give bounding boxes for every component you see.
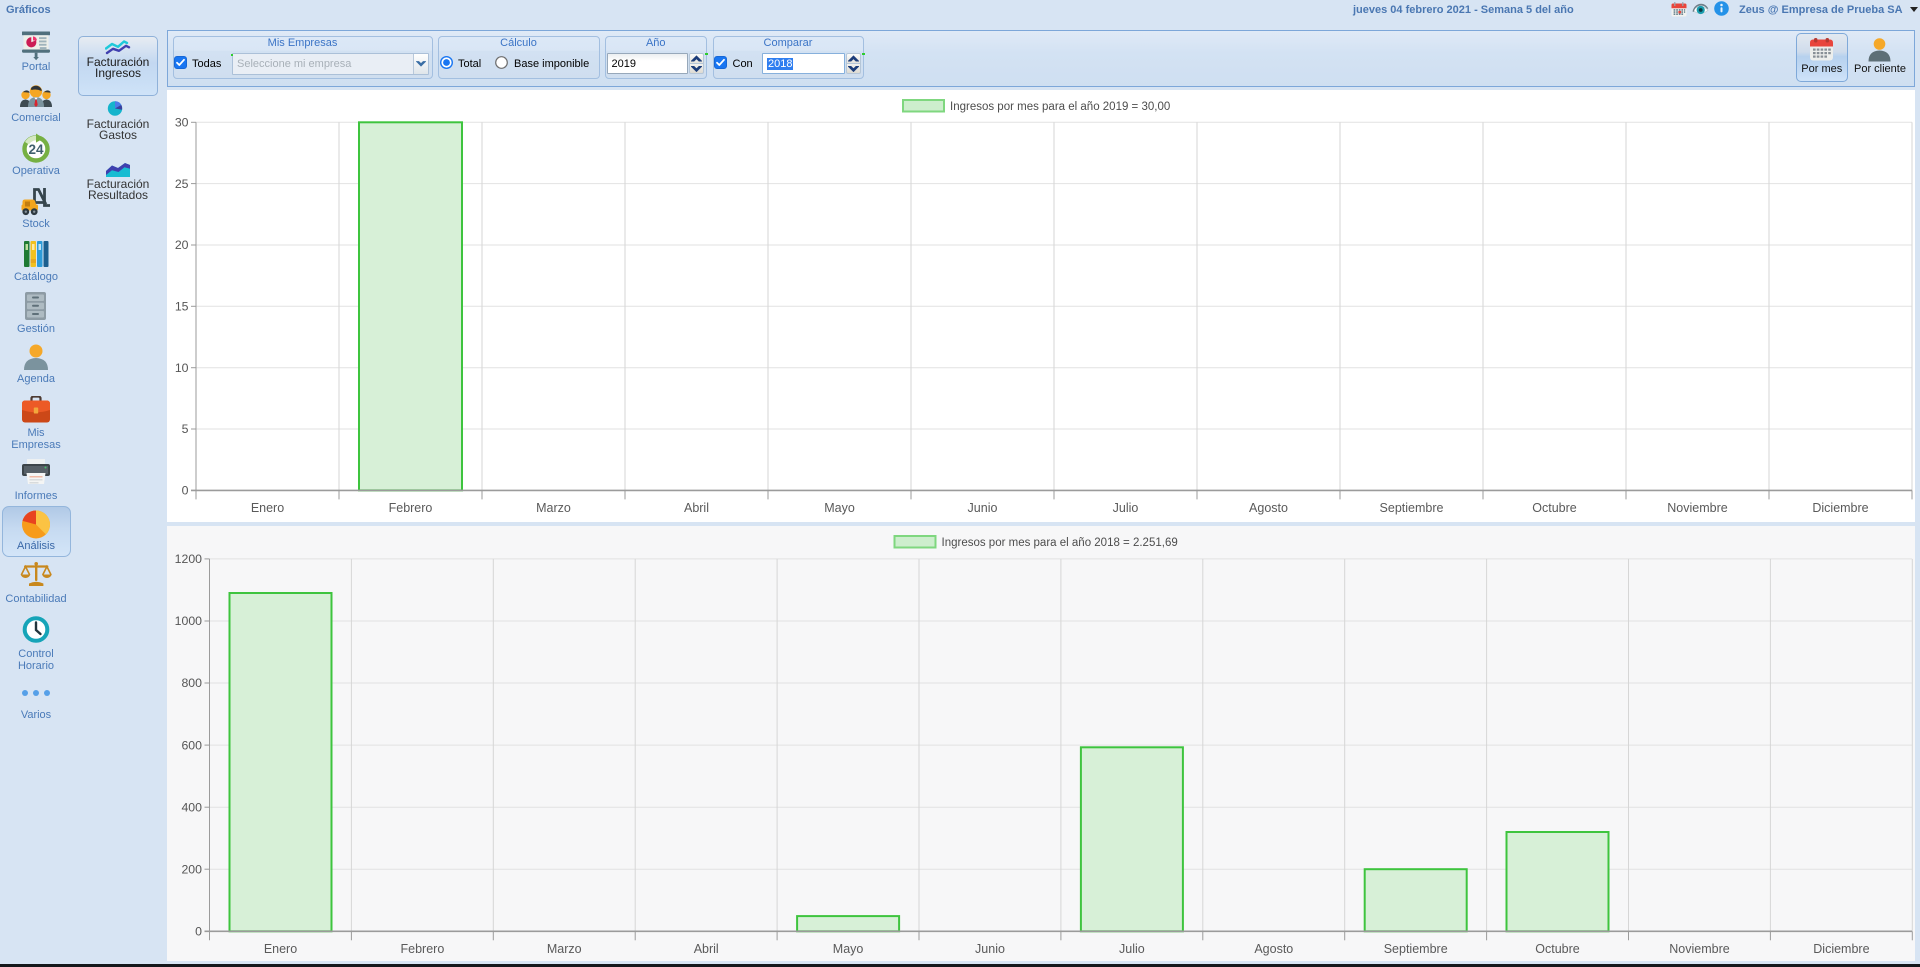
svg-text:Octubre: Octubre [1535, 942, 1580, 956]
svg-text:Noviembre: Noviembre [1669, 942, 1729, 956]
svg-text:Febrero: Febrero [401, 942, 445, 956]
svg-text:Abril: Abril [694, 942, 719, 956]
svg-text:1200: 1200 [175, 552, 203, 566]
svg-text:800: 800 [181, 676, 202, 690]
svg-text:0: 0 [195, 925, 202, 939]
svg-text:Ingresos por mes para el año 2: Ingresos por mes para el año 2018 = 2.25… [942, 537, 1178, 549]
svg-text:Abril: Abril [684, 501, 709, 515]
svg-text:600: 600 [181, 738, 202, 752]
svg-text:Junio: Junio [968, 501, 998, 515]
svg-text:24: 24 [28, 142, 44, 157]
svg-text:20: 20 [175, 238, 189, 252]
svg-text:Septiembre: Septiembre [1380, 501, 1444, 515]
svg-text:Marzo: Marzo [536, 501, 571, 515]
svg-text:Enero: Enero [264, 942, 297, 956]
svg-text:Septiembre: Septiembre [1384, 942, 1448, 956]
svg-text:Octubre: Octubre [1532, 501, 1577, 515]
svg-text:25: 25 [175, 177, 189, 191]
svg-text:Junio: Junio [975, 942, 1005, 956]
svg-text:Ingresos por mes para el año 2: Ingresos por mes para el año 2019 = 30,0… [950, 101, 1170, 113]
svg-text:Enero: Enero [251, 501, 284, 515]
svg-text:Julio: Julio [1113, 501, 1139, 515]
svg-text:Diciembre: Diciembre [1813, 942, 1869, 956]
svg-text:Mayo: Mayo [833, 942, 864, 956]
svg-text:Agosto: Agosto [1254, 942, 1293, 956]
svg-text:1000: 1000 [175, 614, 203, 628]
svg-text:200: 200 [181, 862, 202, 876]
svg-text:Febrero: Febrero [389, 501, 433, 515]
svg-text:0: 0 [182, 484, 189, 498]
svg-text:400: 400 [181, 800, 202, 814]
svg-text:30: 30 [175, 116, 189, 130]
svg-text:Diciembre: Diciembre [1812, 501, 1868, 515]
svg-text:15: 15 [175, 300, 189, 314]
svg-text:Agosto: Agosto [1249, 501, 1288, 515]
svg-text:10: 10 [175, 361, 189, 375]
svg-text:Mayo: Mayo [824, 501, 855, 515]
svg-text:Marzo: Marzo [547, 942, 582, 956]
svg-text:Julio: Julio [1119, 942, 1145, 956]
svg-text:Noviembre: Noviembre [1667, 501, 1727, 515]
svg-text:5: 5 [182, 422, 189, 436]
